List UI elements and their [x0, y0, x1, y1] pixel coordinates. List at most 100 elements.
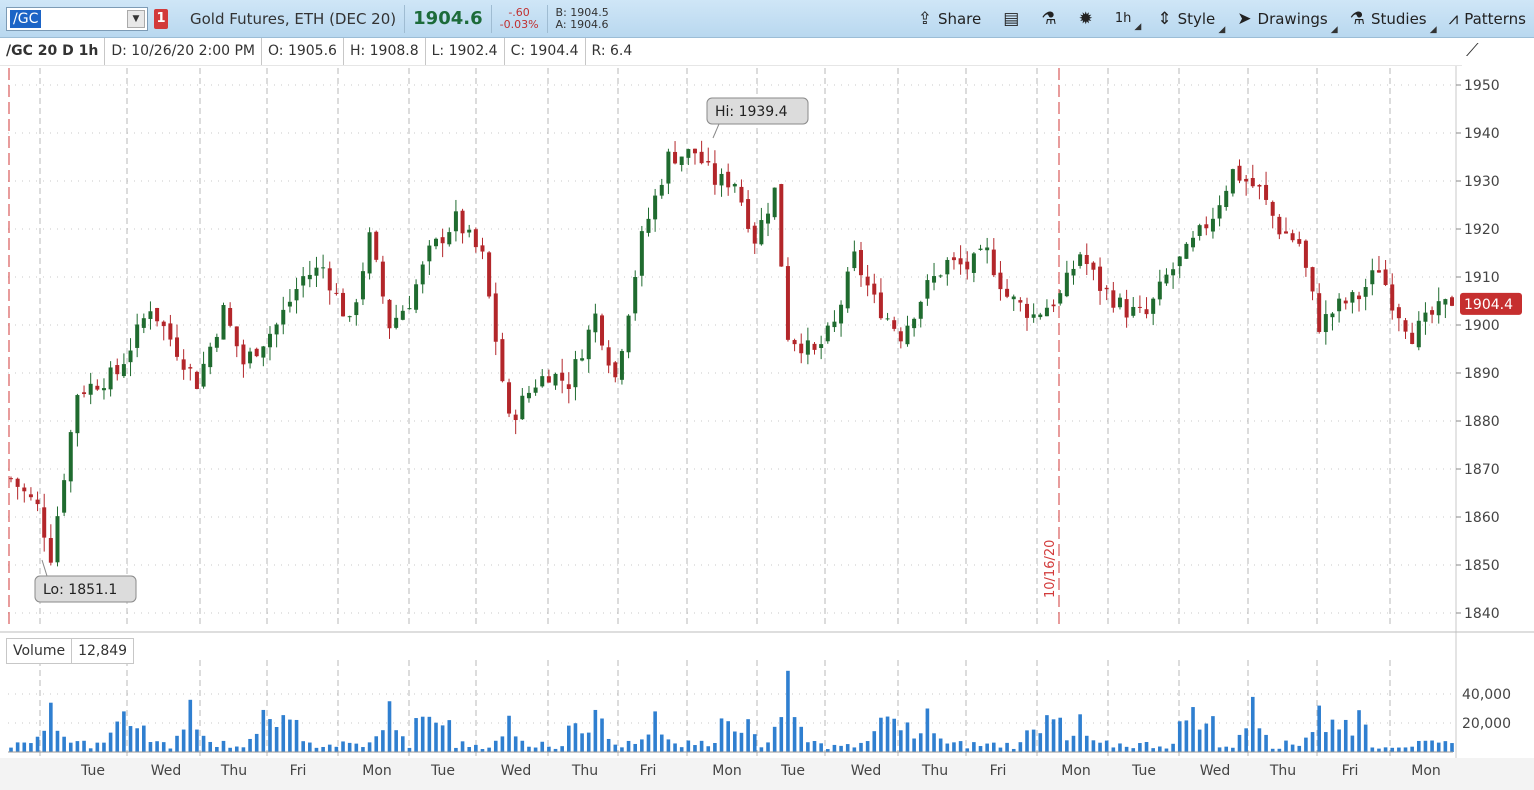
time-axis-label: Fri — [640, 763, 657, 779]
price-tick-label: 1860 — [1464, 510, 1500, 526]
patterns-label: Patterns — [1464, 9, 1526, 28]
candle-body — [15, 478, 20, 487]
net-change: -.60 -0.03% — [500, 5, 539, 31]
chart-settings-button[interactable]: ▤ — [1003, 9, 1019, 29]
volume-bar — [1164, 748, 1169, 752]
candle-body — [1018, 300, 1023, 303]
volume-bar — [1158, 746, 1162, 752]
volume-bar — [367, 742, 372, 752]
candle-body — [28, 494, 33, 498]
candle-body — [553, 373, 558, 386]
volume-bar — [972, 742, 976, 752]
volume-bar — [1257, 728, 1262, 752]
volume-bar — [699, 740, 704, 752]
volume-bar — [1025, 730, 1029, 752]
symbol-input[interactable]: /GC ▼ — [6, 6, 148, 31]
candle-body — [1137, 306, 1142, 308]
candle-body — [1410, 332, 1415, 344]
candle-body — [460, 210, 465, 234]
volume-bar — [95, 742, 100, 752]
studies-button[interactable]: ⚗ Studies ◢ — [1349, 8, 1437, 35]
symbol-dropdown-icon[interactable]: ▼ — [127, 9, 145, 28]
candle-body — [892, 320, 897, 329]
candle-body — [493, 293, 498, 342]
candle-body — [766, 213, 771, 224]
chart-info-icon: ▤ — [1003, 8, 1020, 29]
candle-body — [819, 344, 824, 349]
volume-bar — [640, 739, 644, 752]
volume-bar — [613, 744, 618, 752]
volume-bar — [1410, 746, 1414, 752]
volume-bar — [1290, 744, 1295, 752]
share-button[interactable]: ⇪ Share — [918, 9, 982, 29]
volume-bar — [746, 719, 750, 752]
candle-body — [95, 385, 100, 390]
volume-bar — [487, 747, 491, 752]
candle-body — [606, 347, 611, 366]
settings-button[interactable]: ✹ — [1079, 9, 1093, 29]
candle-body — [55, 516, 60, 563]
candle-body — [234, 326, 239, 347]
timeframe-button[interactable]: 1h ◢ — [1115, 11, 1142, 32]
gear-icon: ✹ — [1078, 8, 1093, 29]
candle-body — [726, 171, 731, 188]
candle-body — [1051, 304, 1056, 307]
volume-bar — [1297, 745, 1302, 752]
volume-bar — [301, 741, 305, 752]
info-open: O: 1905.6 — [262, 38, 344, 65]
candle-body — [1177, 256, 1182, 267]
volume-bar — [839, 745, 843, 752]
candle-body — [194, 371, 199, 389]
volume-bar — [294, 719, 299, 752]
studies-flask-icon: ⚗ — [1349, 8, 1365, 29]
volume-bar — [29, 743, 33, 752]
volume-bar — [347, 742, 352, 752]
volume-bar — [1018, 742, 1023, 752]
volume-bar — [706, 746, 711, 752]
time-axis-label: Fri — [990, 763, 1007, 779]
price-axis-bg — [1456, 66, 1534, 631]
change-value: -.60 — [508, 5, 530, 19]
candle-body — [925, 280, 930, 299]
volume-bar — [1104, 740, 1109, 752]
volume-bar — [759, 747, 764, 752]
thinkscript-button[interactable]: ⚗ — [1041, 9, 1056, 29]
candle-body — [307, 274, 312, 280]
volume-bar — [540, 741, 545, 752]
candle-body — [480, 245, 485, 252]
volume-bar — [513, 736, 518, 752]
time-axis-label: Thu — [571, 763, 598, 779]
link-group-badge[interactable]: 1 — [154, 8, 168, 29]
time-axis-label: Wed — [151, 763, 182, 779]
candle-body — [679, 156, 684, 165]
time-axis-label: Wed — [501, 763, 532, 779]
candle-body — [1297, 239, 1302, 244]
volume-bar — [288, 719, 292, 752]
volume-bar — [1031, 729, 1036, 752]
ask-value: A: 1904.6 — [555, 17, 609, 31]
style-button[interactable]: ⇕ Style ◢ — [1157, 9, 1225, 35]
candle-body — [918, 301, 923, 319]
candle-body — [991, 249, 996, 276]
candle-body — [1210, 218, 1215, 232]
drawings-button[interactable]: ➤ Drawings ◢ — [1237, 9, 1337, 35]
volume-bar — [666, 739, 671, 752]
candle-body — [75, 395, 80, 434]
volume-bar — [128, 726, 133, 752]
high-callout-label: Hi: 1939.4 — [715, 104, 788, 120]
candle-body — [779, 184, 784, 267]
candle-body — [898, 331, 903, 342]
volume-bar — [786, 670, 790, 752]
price-axis-toggle-icon[interactable]: ⟋ — [1466, 40, 1492, 64]
toolbar-divider — [490, 4, 492, 33]
time-axis-label: Mon — [712, 763, 742, 779]
candle-body — [1317, 293, 1322, 332]
symbol-value[interactable]: /GC — [10, 9, 42, 28]
patterns-button[interactable]: ⩘ Patterns — [1449, 9, 1526, 29]
time-axis-label: Thu — [921, 763, 948, 779]
volume-bar — [108, 732, 113, 752]
volume-bar — [474, 744, 478, 752]
candle-body — [1011, 296, 1016, 300]
volume-bar — [932, 733, 936, 752]
volume-bar — [985, 743, 989, 752]
